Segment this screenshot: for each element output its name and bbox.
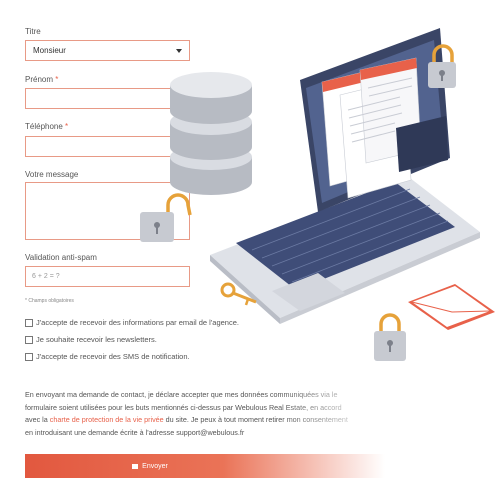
envelope-icon — [408, 284, 495, 330]
padlock-icon — [140, 193, 192, 242]
security-illustration — [140, 28, 495, 361]
padlock-icon — [374, 313, 406, 361]
database-icon — [170, 72, 252, 195]
